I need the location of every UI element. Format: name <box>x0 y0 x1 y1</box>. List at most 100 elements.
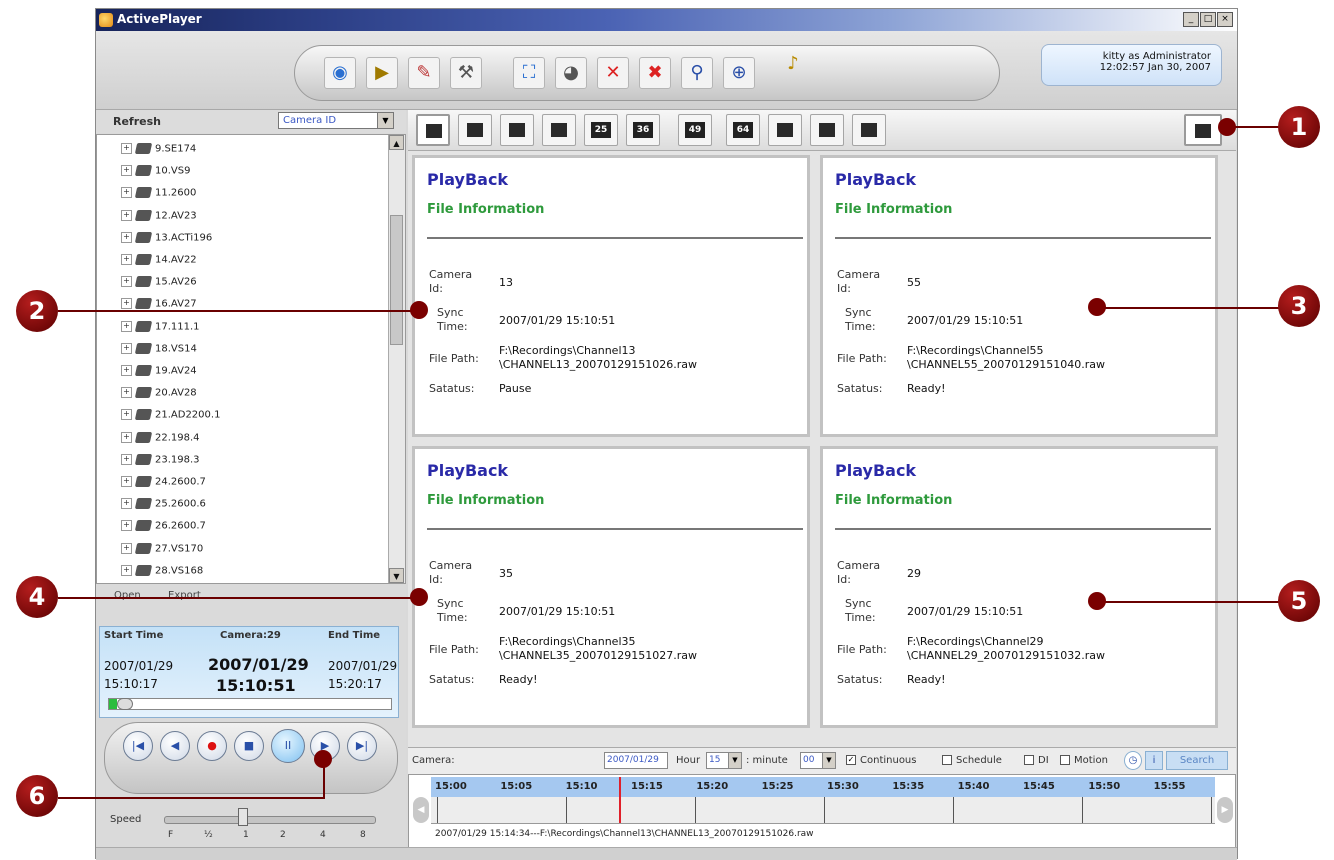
playback-pane[interactable]: PlayBack File Information Camera Id: 29 Sync… <box>820 446 1218 728</box>
camera-tree-item[interactable]: +10.VS9 <box>121 165 190 183</box>
playback-pane[interactable]: PlayBack File Information Camera Id: 13 Sync… <box>412 155 810 437</box>
camera-tree-item[interactable]: +12.AV23 <box>121 209 197 228</box>
camera-tree-item[interactable]: +9.SE174 <box>121 143 196 161</box>
refresh-button[interactable]: Refresh <box>113 115 161 128</box>
camera-tree-item[interactable]: +11.2600 <box>121 187 196 205</box>
camera-tree-item[interactable]: +14.AV22 <box>121 254 197 272</box>
expand-icon[interactable]: + <box>121 431 132 443</box>
camera-tree-item[interactable]: +28.VS168 <box>121 564 203 583</box>
search-icon[interactable]: ⚲ <box>681 57 713 89</box>
camera-tree-item[interactable]: +24.2600.7 <box>121 476 206 494</box>
timeline-cursor[interactable] <box>619 777 621 823</box>
expand-icon[interactable]: + <box>121 409 132 421</box>
stop-button[interactable]: ■ <box>234 731 264 761</box>
scroll-up-icon[interactable]: ▲ <box>389 135 404 150</box>
camera-tree-item[interactable]: +23.198.3 <box>121 453 200 472</box>
tools-icon[interactable]: ⚒ <box>450 57 482 89</box>
minimize-button[interactable]: _ <box>1183 12 1199 27</box>
camera-tree-item[interactable]: +13.ACTi196 <box>121 231 212 250</box>
tree-scrollbar[interactable]: ▲ ▼ <box>388 135 405 583</box>
search-button[interactable]: Search <box>1166 751 1228 770</box>
timeline-prev-icon[interactable]: ◀ <box>413 797 429 823</box>
expand-icon[interactable]: + <box>121 231 132 243</box>
layout-49-button[interactable]: 49 <box>678 114 712 146</box>
camera-tree-item[interactable]: +25.2600.6 <box>121 498 206 516</box>
schedule-checkbox[interactable] <box>942 755 952 765</box>
layout-8c-button[interactable] <box>852 114 886 146</box>
disconnect-icon[interactable]: ✕ <box>597 57 629 89</box>
zoom-icon[interactable]: ⊕ <box>723 57 755 89</box>
export-button[interactable]: Export <box>168 590 201 601</box>
info-icon[interactable]: i <box>1145 751 1163 770</box>
camera-tree-item[interactable]: +19.AV24 <box>121 365 197 383</box>
layout-8a-button[interactable] <box>768 114 802 146</box>
audio-icon[interactable]: ♪ <box>773 49 813 79</box>
di-checkbox[interactable] <box>1024 755 1034 765</box>
playback-pane[interactable]: PlayBack File Information Camera Id: 55 Sync… <box>820 155 1218 437</box>
map-icon[interactable]: ✎ <box>408 57 440 89</box>
date-input[interactable]: 2007/01/29 <box>604 752 668 769</box>
pause-button[interactable]: II <box>271 729 305 763</box>
expand-icon[interactable]: + <box>121 209 132 221</box>
fullscreen-icon[interactable]: ⛶ <box>513 57 545 89</box>
expand-icon[interactable]: + <box>121 254 132 265</box>
camera-icon[interactable]: ◕ <box>555 57 587 89</box>
camera-tree-item[interactable]: +15.AV26 <box>121 276 197 294</box>
clock-icon[interactable]: ◷ <box>1124 751 1142 770</box>
expand-icon[interactable]: + <box>121 520 132 532</box>
expand-icon[interactable]: + <box>121 387 132 399</box>
timeline-next-icon[interactable]: ▶ <box>1217 797 1233 823</box>
previous-button[interactable]: |◀ <box>123 731 153 761</box>
expand-icon[interactable]: + <box>121 187 132 199</box>
custom-layout-button[interactable] <box>1184 114 1222 146</box>
expand-icon[interactable]: + <box>121 542 132 554</box>
speed-slider[interactable] <box>164 816 376 824</box>
close-button[interactable]: × <box>1217 12 1233 27</box>
playback-pane[interactable]: PlayBack File Information Camera Id: 35 Sync… <box>412 446 810 728</box>
eye-icon[interactable]: ◉ <box>324 57 356 89</box>
scroll-thumb[interactable] <box>390 215 403 345</box>
continuous-checkbox[interactable]: ✓ <box>846 755 856 765</box>
folder-icon[interactable]: ▶ <box>366 57 398 89</box>
camera-id-select[interactable]: Camera ID ▼ <box>278 112 394 129</box>
expand-icon[interactable]: + <box>121 476 132 487</box>
rewind-button[interactable]: ◀ <box>160 731 190 761</box>
expand-icon[interactable]: + <box>121 498 132 510</box>
camera-tree-item[interactable]: +20.AV28 <box>121 387 197 405</box>
speed-slider-knob[interactable] <box>238 808 248 826</box>
open-button[interactable]: Open <box>114 590 141 601</box>
expand-icon[interactable]: + <box>121 320 132 332</box>
layout-13-button[interactable] <box>542 114 576 146</box>
layout-25-button[interactable]: 25 <box>584 114 618 146</box>
playback-progress[interactable] <box>108 698 392 710</box>
scroll-down-icon[interactable]: ▼ <box>389 568 404 583</box>
camera-tree-item[interactable]: +16.AV27 <box>121 298 197 316</box>
camera-tree-item[interactable]: +21.AD2200.1 <box>121 409 220 427</box>
camera-tree-item[interactable]: +17.111.1 <box>121 320 200 339</box>
record-button[interactable]: ● <box>197 731 227 761</box>
expand-icon[interactable]: + <box>121 365 132 376</box>
expand-icon[interactable]: + <box>121 165 132 177</box>
timeline-track[interactable] <box>431 797 1215 824</box>
maximize-button[interactable]: □ <box>1200 12 1216 27</box>
layout-1-button[interactable] <box>416 114 450 146</box>
minute-select[interactable]: 00 ▼ <box>800 752 836 769</box>
camera-tree-item[interactable]: +27.VS170 <box>121 542 203 561</box>
camera-tree-item[interactable]: +18.VS14 <box>121 342 197 361</box>
camera-tree-item[interactable]: +26.2600.7 <box>121 520 206 538</box>
next-button[interactable]: ▶| <box>347 731 377 761</box>
expand-icon[interactable]: + <box>121 143 132 154</box>
disconnect-all-icon[interactable]: ✖ <box>639 57 671 89</box>
layout-36-button[interactable]: 36 <box>626 114 660 146</box>
expand-icon[interactable]: + <box>121 564 132 576</box>
layout-4-button[interactable] <box>458 114 492 146</box>
expand-icon[interactable]: + <box>121 342 132 354</box>
expand-icon[interactable]: + <box>121 453 132 465</box>
layout-64-button[interactable]: 64 <box>726 114 760 146</box>
layout-9-button[interactable] <box>500 114 534 146</box>
camera-tree-item[interactable]: +22.198.4 <box>121 431 200 450</box>
motion-checkbox[interactable] <box>1060 755 1070 765</box>
expand-icon[interactable]: + <box>121 298 132 310</box>
hour-select[interactable]: 15 ▼ <box>706 752 742 769</box>
expand-icon[interactable]: + <box>121 276 132 288</box>
